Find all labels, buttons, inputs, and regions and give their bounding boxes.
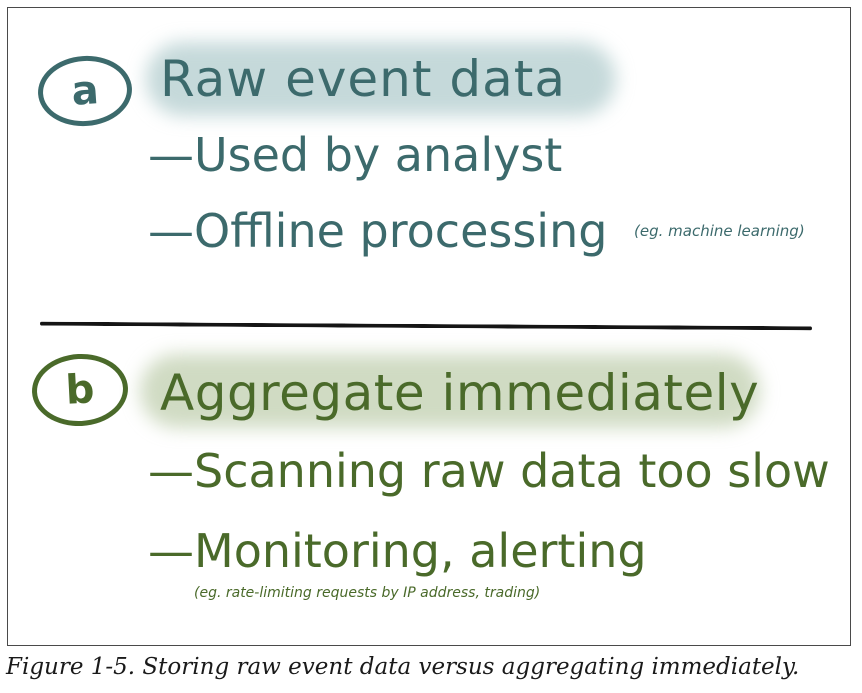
heading-aggregate-immediately: Aggregate immediately xyxy=(160,364,760,422)
figure-caption: Figure 1-5. Storing raw event data versu… xyxy=(6,654,800,680)
section-divider xyxy=(39,321,813,331)
note-machine-learning: (eg. machine learning) xyxy=(634,222,805,240)
badge-a: a xyxy=(35,52,135,130)
badge-b: b xyxy=(30,351,130,429)
heading-raw-event-data: Raw event data xyxy=(160,50,566,108)
bullet-offline-processing: —Offline processing xyxy=(148,204,608,258)
diagram-frame: a Raw event data —Used by analyst —Offli… xyxy=(7,7,851,646)
bullet-scanning-raw-data: —Scanning raw data too slow xyxy=(148,444,830,498)
bullet-used-by-analyst: —Used by analyst xyxy=(148,128,563,182)
note-rate-limiting: (eg. rate-limiting requests by IP addres… xyxy=(194,585,541,601)
bullet-monitoring-alerting: —Monitoring, alerting xyxy=(148,524,647,578)
